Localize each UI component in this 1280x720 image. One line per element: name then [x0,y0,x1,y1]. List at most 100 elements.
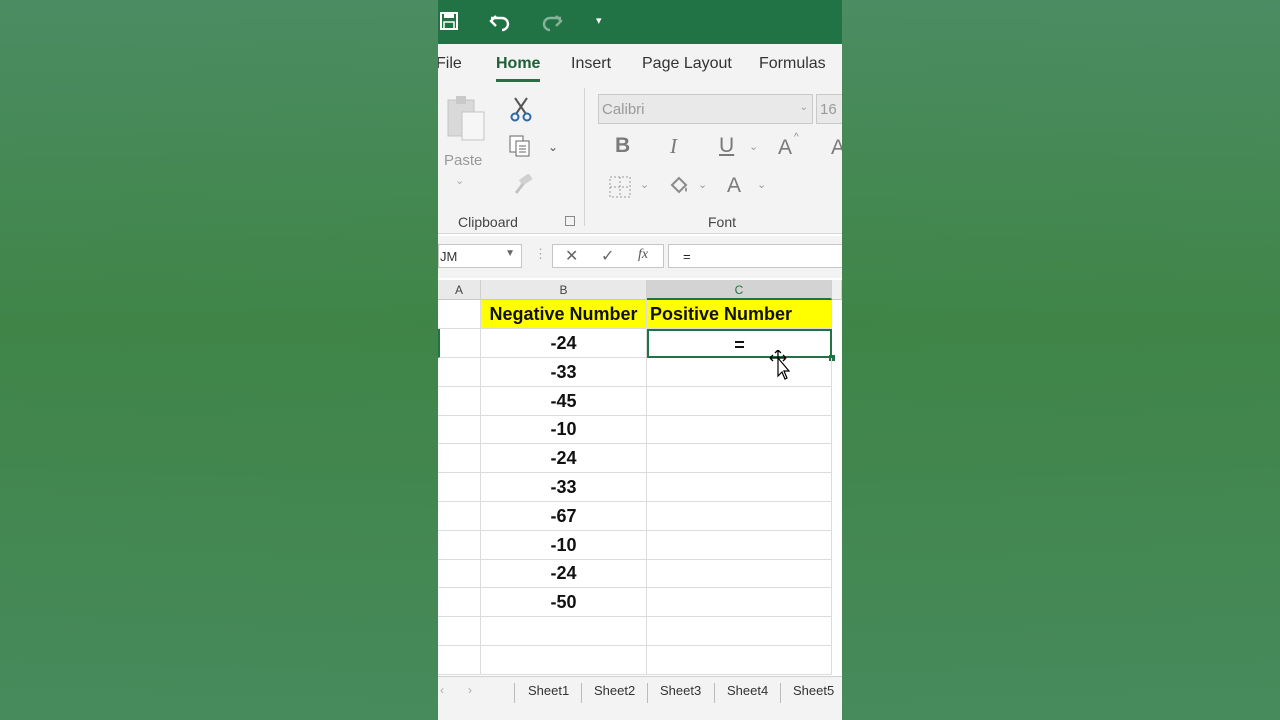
quick-access-toolbar: ▾ [438,0,842,44]
borders-icon[interactable] [609,176,631,198]
font-size-select[interactable]: 16 [816,94,842,124]
column-header-a[interactable]: A [438,280,481,300]
cell-positive-value[interactable] [647,559,832,589]
redo-icon[interactable] [540,10,564,34]
cell-negative-value[interactable]: -24 [481,559,647,589]
insert-function-icon[interactable]: fx [638,247,648,263]
sheet-tab-2[interactable]: Sheet2 [594,683,635,698]
excel-window: ▾ File Home Insert Page Layout Formulas … [438,0,842,720]
cell-negative-value[interactable]: -45 [481,386,647,416]
cell-a[interactable] [438,559,481,589]
name-box[interactable]: JM ▼ [438,244,522,268]
cell-a[interactable] [438,329,481,358]
confirm-entry-icon[interactable]: ✓ [601,246,614,266]
cell-negative-value[interactable]: -33 [481,473,647,502]
cell-a[interactable] [438,617,481,646]
cell-positive-value[interactable] [647,386,832,416]
tab-home[interactable]: Home [496,55,541,82]
paste-dropdown-icon[interactable]: ⌄ [455,174,464,187]
format-painter-icon[interactable] [510,174,534,196]
cell-negative-value[interactable]: -50 [481,588,647,618]
sheet-tab-divider [514,683,515,703]
worksheet-grid: A B C Negative Number Positive Number -2… [438,280,842,676]
cell-positive-value[interactable] [647,530,832,560]
copy-icon[interactable] [508,134,532,158]
cell-a[interactable] [438,357,481,387]
formula-bar-grip-icon[interactable]: ⋮ [534,246,547,262]
tab-file[interactable]: File [438,55,462,73]
clipboard-group-label: Clipboard [458,214,518,230]
cell-positive-value[interactable] [647,501,832,531]
cell-negative-value[interactable]: -24 [481,329,647,358]
sheet-tab-5[interactable]: Sheet5 [793,683,834,698]
cell-positive-value[interactable] [647,645,832,675]
tab-formulas[interactable]: Formulas [759,55,826,73]
cancel-entry-icon[interactable]: ✕ [565,246,578,266]
sheet-tab-3[interactable]: Sheet3 [660,683,701,698]
underline-dropdown-icon[interactable]: ⌄ [749,140,758,153]
cell-negative-value[interactable]: -10 [481,415,647,445]
font-color-dropdown-icon[interactable]: ⌄ [757,178,766,191]
table-row [438,645,842,675]
cell-negative-value[interactable]: -24 [481,444,647,474]
underline-button[interactable]: U [719,134,734,158]
column-header-b[interactable]: B [481,280,647,300]
cell-positive-value[interactable] [647,473,832,502]
increase-font-button[interactable]: A [778,136,792,160]
cell-a[interactable] [438,386,481,416]
tab-page-layout[interactable]: Page Layout [642,55,732,73]
table-row: -10 [438,530,842,560]
cell-negative-value[interactable]: -10 [481,530,647,560]
undo-icon[interactable] [488,10,512,34]
cell-a-header[interactable] [438,300,481,329]
cell-a[interactable] [438,530,481,560]
font-color-button[interactable]: A [727,174,741,198]
cell-a[interactable] [438,415,481,445]
cell-positive-value[interactable] [647,357,832,387]
cell-positive-number-header[interactable]: Positive Number [647,300,832,329]
formula-input[interactable]: = [668,244,842,268]
next-sheet-icon[interactable]: › [468,683,472,697]
formula-buttons: ✕ ✓ fx [552,244,664,268]
save-icon[interactable] [438,10,462,34]
italic-button[interactable]: I [670,134,677,159]
cut-icon[interactable] [510,96,532,122]
customize-qat-icon[interactable]: ▾ [596,14,620,38]
cell-positive-value[interactable] [647,588,832,618]
cell-a[interactable] [438,473,481,502]
name-box-dropdown-icon[interactable]: ▼ [505,248,515,259]
prev-sheet-icon[interactable]: ‹ [440,683,444,697]
font-name-select[interactable]: Calibri ⌄ [598,94,813,124]
bold-button[interactable]: B [615,134,630,158]
ribbon-tabs: File Home Insert Page Layout Formulas [438,44,842,84]
fill-color-dropdown-icon[interactable]: ⌄ [698,178,707,191]
copy-dropdown-icon[interactable]: ⌄ [548,140,558,154]
fill-color-icon[interactable] [668,174,690,196]
sheet-tab-1[interactable]: Sheet1 [528,683,569,698]
clipboard-launcher-icon[interactable] [565,216,575,226]
column-header-c[interactable]: C [647,280,832,300]
cell-a[interactable] [438,588,481,618]
cell-negative-value[interactable] [481,645,647,675]
group-separator [584,88,585,226]
cell-positive-value[interactable] [647,415,832,445]
cell-negative-number-header[interactable]: Negative Number [481,300,647,329]
cell-negative-value[interactable] [481,617,647,646]
tab-insert[interactable]: Insert [571,55,611,73]
paste-icon[interactable] [444,94,488,144]
cell-a[interactable] [438,444,481,474]
borders-dropdown-icon[interactable]: ⌄ [640,178,649,191]
decrease-font-button[interactable]: A [831,136,842,160]
cell-positive-value[interactable] [647,617,832,646]
cell-a[interactable] [438,645,481,675]
sheet-tab-divider [714,683,715,703]
sheet-tab-4[interactable]: Sheet4 [727,683,768,698]
cell-positive-value[interactable] [647,444,832,474]
column-header-d[interactable] [832,280,842,300]
cell-negative-value[interactable]: -67 [481,501,647,531]
active-cell[interactable]: = [647,329,832,358]
cell-negative-value[interactable]: -33 [481,357,647,387]
paste-label[interactable]: Paste [444,152,482,169]
ribbon-home: Paste ⌄ ⌄ Clipboard Calibri ⌄ 16 B I U ⌄… [438,84,842,234]
cell-a[interactable] [438,501,481,531]
